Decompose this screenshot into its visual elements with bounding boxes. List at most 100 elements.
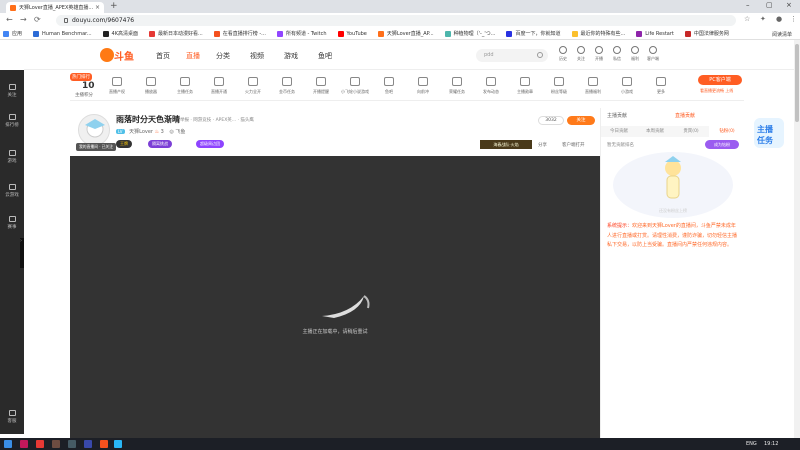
taskbar-app-7-icon[interactable]: [114, 440, 122, 448]
toolbar-item-icon: [350, 77, 360, 86]
maximize-button[interactable]: ▢: [766, 1, 773, 9]
forward-arrow-icon[interactable]: →: [20, 15, 27, 24]
tab-today[interactable]: 今日贡献: [601, 126, 637, 137]
extensions-icon[interactable]: ✦: [760, 15, 766, 23]
stream-meta[interactable]: 举报 · 网游竞技 · APEX英... · 猫头鹰: [180, 117, 254, 123]
tab-vip[interactable]: 贵宾(0): [673, 126, 709, 137]
bookmark-item[interactable]: Life Restart: [636, 30, 674, 37]
bookmark-item[interactable]: 最近你的特殊有些...: [571, 30, 625, 37]
panel-head[interactable]: 主播贡献: [607, 112, 627, 119]
avatar[interactable]: 我的直播间 · 已关注: [76, 114, 116, 151]
reading-list[interactable]: 阅读清单: [772, 31, 792, 38]
nav-category[interactable]: 分类: [216, 51, 230, 61]
toolbar-item[interactable]: 鱼吧: [374, 77, 404, 95]
toolbar-item[interactable]: 直播开通: [204, 77, 234, 95]
sidebar-item[interactable]: 排行榜: [0, 114, 24, 128]
sidebar-expand-handle[interactable]: ›: [20, 238, 24, 268]
sidebar-item[interactable]: 关注: [0, 84, 24, 98]
toolbar-item[interactable]: 直播产权: [102, 77, 132, 95]
browser-titlebar: 天狮Lover直播_APEX英雄直播... × + – ▢ ×: [0, 0, 800, 13]
tab-diamond[interactable]: 钻粉(0): [709, 126, 745, 137]
bookmark-item[interactable]: 在看直播排行榜 -...: [213, 30, 266, 37]
toolbar-item[interactable]: 小飞轮小说游戏: [340, 77, 370, 95]
floating-event-badge[interactable]: 主播 任务: [752, 112, 786, 154]
scrollbar-thumb[interactable]: [795, 44, 799, 122]
toolbar-item[interactable]: 开播提醒: [306, 77, 336, 95]
back-arrow-icon[interactable]: ←: [6, 15, 13, 24]
toolbar-item[interactable]: 粉丝等级: [544, 77, 574, 95]
close-window-button[interactable]: ×: [786, 1, 792, 9]
toolbar-item[interactable]: 小游戏: [612, 77, 642, 95]
chip-ace[interactable]: 王牌: [116, 140, 132, 148]
streamer-name[interactable]: 天狮Lover: [129, 129, 153, 135]
toolbar-item[interactable]: 荣耀任务: [442, 77, 472, 95]
browser-tab[interactable]: 天狮Lover直播_APEX英雄直播... ×: [6, 2, 104, 13]
video-player[interactable]: 主播正在加载中，请稍后重试: [70, 156, 600, 438]
profile-icon[interactable]: ●: [776, 15, 782, 23]
toolbar-item[interactable]: 主播任务: [170, 77, 200, 95]
taskbar-app-4-icon[interactable]: [68, 440, 76, 448]
sidebar-item[interactable]: 游戏: [0, 150, 24, 164]
toolbar-item[interactable]: 主播勋章: [510, 77, 540, 95]
sidebar-item[interactable]: 云游戏: [0, 184, 24, 198]
bookmark-item[interactable]: 天狮Lover直播_AP...: [377, 30, 434, 37]
header-icon-button[interactable]: 客户端: [642, 46, 664, 62]
page-scrollbar[interactable]: [794, 40, 800, 438]
close-tab-icon[interactable]: ×: [95, 4, 100, 11]
toolbar-item-label: 鱼吧: [385, 89, 393, 94]
new-tab-button[interactable]: +: [110, 1, 118, 11]
toolbar-item-icon: [452, 77, 462, 86]
chip-challenge[interactable]: 隔离挑战: [148, 140, 172, 148]
toolbar-item-icon: [146, 77, 156, 86]
taskbar-app-5-icon[interactable]: [84, 440, 92, 448]
become-diamond-button[interactable]: 成为钻粉: [705, 140, 739, 149]
bookmark-item[interactable]: 4K高清桌面: [102, 30, 138, 37]
rank-box[interactable]: 热门排行 10 主播积分: [70, 73, 104, 98]
bookmark-item[interactable]: 种植物理（'-_'つ...: [444, 30, 495, 37]
windows-start-icon[interactable]: [4, 440, 12, 448]
bookmark-item[interactable]: 中国法律服务网: [684, 30, 729, 37]
toolbar-item[interactable]: 向前冲: [408, 77, 438, 95]
douyu-logo[interactable]: 斗鱼: [100, 48, 134, 63]
event-banner[interactable]: 海春战队·火焰: [480, 140, 532, 149]
minimize-button[interactable]: –: [746, 1, 750, 9]
taskbar-app-3-icon[interactable]: [52, 440, 60, 448]
input-language[interactable]: ENG: [746, 441, 757, 447]
bookmark-star-icon[interactable]: ☆: [744, 15, 750, 23]
bookmark-item[interactable]: Human Benchmar...: [33, 30, 92, 37]
reload-icon[interactable]: ⟳: [34, 15, 41, 24]
toolbar-item[interactable]: 更多: [646, 77, 676, 95]
nav-fishbar[interactable]: 鱼吧: [318, 51, 332, 61]
nav-home[interactable]: 首页: [156, 51, 170, 61]
bookmark-item[interactable]: 百度一下，你就知道: [506, 30, 561, 37]
bookmark-item[interactable]: 所有频道 - Twitch: [276, 30, 327, 37]
bookmark-item[interactable]: YouTube: [337, 30, 367, 37]
sidebar-item[interactable]: 赛事: [0, 216, 24, 230]
chip-merch[interactable]: 超级周边团: [196, 140, 224, 148]
follow-button[interactable]: 关注: [567, 116, 595, 125]
taskbar-app-2-icon[interactable]: [36, 440, 44, 448]
toolbar-item[interactable]: 播放器: [136, 77, 166, 95]
clock[interactable]: 19:12: [764, 441, 778, 447]
search-icon[interactable]: [537, 52, 543, 58]
sidebar-item[interactable]: 客服: [0, 410, 24, 424]
client-open-link[interactable]: 客户端打开: [562, 142, 585, 148]
share-link[interactable]: 分享: [538, 142, 547, 148]
nav-video[interactable]: 视频: [250, 51, 264, 61]
taskbar-app-1-icon[interactable]: [20, 440, 28, 448]
nav-game[interactable]: 游戏: [284, 51, 298, 61]
menu-dots-icon[interactable]: ⋮: [790, 15, 797, 23]
toolbar-item[interactable]: 直播福利: [578, 77, 608, 95]
bookmark-item[interactable]: 最新日本动漫好看...: [149, 30, 203, 37]
nav-live[interactable]: 直播: [186, 51, 200, 61]
tab-week[interactable]: 本周贡献: [637, 126, 673, 137]
toolbar-item[interactable]: 金币任务: [272, 77, 302, 95]
bookmark-item[interactable]: 应用: [3, 30, 22, 37]
pc-client-button[interactable]: PC客户端: [698, 75, 742, 85]
url-field[interactable]: douyu.com/9607476: [56, 15, 736, 26]
search-input[interactable]: pdd: [476, 49, 548, 62]
taskbar-chrome-icon[interactable]: [100, 440, 108, 448]
toolbar-item[interactable]: 火力全开: [238, 77, 268, 95]
toolbar-item[interactable]: 发布动态: [476, 77, 506, 95]
panel-head-2[interactable]: 直播贡献: [675, 112, 695, 119]
